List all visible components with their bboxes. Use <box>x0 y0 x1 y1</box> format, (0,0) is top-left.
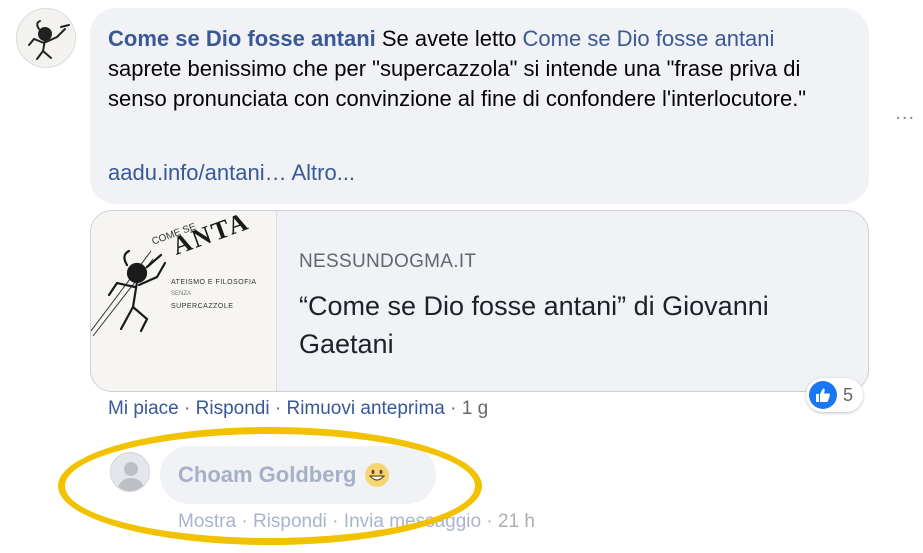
reaction-badge[interactable]: 5 <box>806 378 864 412</box>
comment-link-row: aadu.info/antani… Altro... <box>108 160 355 186</box>
separator: · <box>236 511 253 532</box>
comment-text: Come se Dio fosse antani Se avete letto … <box>108 24 849 114</box>
preview-body: NESSUNDOGMA.IT “Come se Dio fosse antani… <box>299 251 848 363</box>
preview-domain: NESSUNDOGMA.IT <box>299 251 477 272</box>
reply-link[interactable]: Rispondi <box>253 511 327 532</box>
send-message-link[interactable]: Invia messaggio <box>344 511 481 532</box>
preview-title[interactable]: “Come se Dio fosse antani” di Giovanni G… <box>299 287 848 363</box>
devil-figure-avatar-icon <box>28 20 70 60</box>
separator: · <box>178 398 196 419</box>
separator: · <box>444 398 462 419</box>
comment-author-link[interactable]: Come se Dio fosse antani <box>108 26 376 51</box>
grinning-face-emoji-icon <box>365 463 390 487</box>
reply-author-link[interactable]: Choam Goldberg <box>178 462 356 488</box>
reply-link[interactable]: Rispondi <box>196 398 270 419</box>
commenter-avatar[interactable] <box>16 8 76 68</box>
separator: · <box>481 511 498 532</box>
like-link[interactable]: Mi piace <box>108 398 179 419</box>
separator: · <box>326 511 344 532</box>
comment-text-part: Se avete letto <box>375 26 523 51</box>
reply-actions: Mostra · Rispondi · Invia messaggio · 21… <box>178 511 535 533</box>
default-user-icon <box>117 462 145 491</box>
reply-bubble: Choam Goldberg <box>160 446 436 504</box>
comment-timestamp[interactable]: 1 g <box>462 398 488 419</box>
inline-page-link[interactable]: Come se Dio fosse antani <box>523 26 775 51</box>
cover-text-line: SENZA <box>171 291 192 297</box>
reply-timestamp[interactable]: 21 h <box>498 511 535 532</box>
reaction-count: 5 <box>843 384 854 405</box>
comment-actions: Mi piace · Rispondi · Rimuovi anteprima … <box>108 398 488 420</box>
cover-text-line: SUPERCAZZOLE <box>171 303 234 310</box>
thumbs-up-icon <box>816 388 830 402</box>
reply-avatar[interactable] <box>110 452 150 492</box>
like-icon <box>809 381 837 409</box>
preview-thumbnail: COME SE ANTA ATEISMO E FILOSOFIA SENZA S… <box>91 211 277 391</box>
more-options-icon[interactable]: ... <box>895 102 915 125</box>
show-link[interactable]: Mostra <box>178 511 236 532</box>
cover-text-line: ATEISMO E FILOSOFIA <box>171 279 257 286</box>
separator: · <box>269 398 287 419</box>
see-more-link[interactable]: Altro... <box>287 160 355 185</box>
link-preview-card[interactable]: COME SE ANTA ATEISMO E FILOSOFIA SENZA S… <box>90 210 869 392</box>
comment-bubble: Come se Dio fosse antani Se avete letto … <box>90 8 869 204</box>
shortened-url-link[interactable]: aadu.info/antani… <box>108 160 287 185</box>
comment-text-part: saprete benissimo che per "supercazzola"… <box>108 56 807 111</box>
remove-preview-link[interactable]: Rimuovi anteprima <box>286 398 444 419</box>
